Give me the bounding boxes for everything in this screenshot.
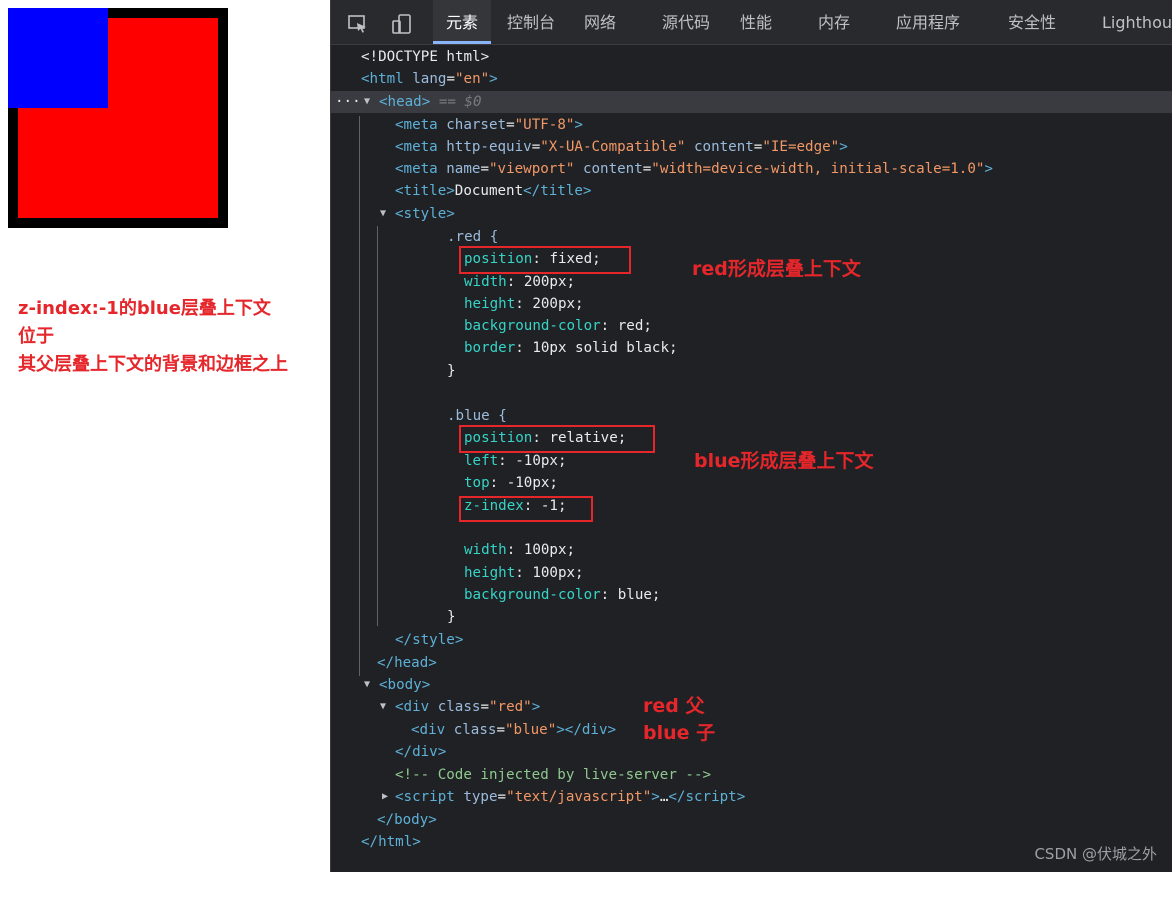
css-blue-selector: .blue { bbox=[447, 408, 507, 424]
page-preview: z-index:-1的blue层叠上下文 位于 其父层叠上下文的背景和边框之上 bbox=[0, 0, 330, 872]
dom-line-meta-compat[interactable]: <meta http-equiv="X-UA-Compatible" conte… bbox=[331, 136, 1172, 158]
inspect-element-icon[interactable] bbox=[347, 13, 367, 33]
dom-line-doctype[interactable]: <!DOCTYPE html> bbox=[331, 46, 1172, 68]
tab-memory[interactable]: 内存 bbox=[818, 0, 850, 44]
watermark: CSDN @伏城之外 bbox=[1034, 845, 1157, 863]
dom-line-head-close[interactable]: </head> bbox=[331, 652, 1172, 674]
dom-line-script[interactable]: ▶ <script type="text/javascript">…</scri… bbox=[331, 786, 1172, 808]
dom-line-comment[interactable]: <!-- Code injected by live-server --> bbox=[331, 764, 1172, 786]
expand-triangle-icon[interactable]: ▼ bbox=[364, 91, 370, 113]
css-blue-bg: background-color: blue; bbox=[464, 587, 661, 603]
devtools-tabbar: 元素 控制台 网络 源代码 性能 内存 应用程序 安全性 Lighthouse bbox=[331, 0, 1172, 45]
devtools-panel: 元素 控制台 网络 源代码 性能 内存 应用程序 安全性 Lighthouse … bbox=[330, 0, 1172, 872]
css-red-bg: background-color: red; bbox=[464, 318, 652, 334]
more-options-icon[interactable]: ··· bbox=[335, 91, 361, 113]
device-toolbar-icon[interactable] bbox=[391, 13, 411, 34]
dom-line-style[interactable]: ▼ <style> bbox=[331, 203, 1172, 225]
css-blue-close: } bbox=[447, 609, 456, 625]
css-red-height: height: 200px; bbox=[464, 296, 584, 312]
annotation-blue-child: blue 子 bbox=[643, 722, 716, 744]
annotation-blue-context: blue形成层叠上下文 bbox=[694, 450, 874, 472]
tab-application[interactable]: 应用程序 bbox=[896, 0, 960, 44]
note-line-1: z-index:-1的blue层叠上下文 bbox=[18, 298, 271, 319]
tab-network[interactable]: 网络 bbox=[584, 0, 616, 44]
tab-lighthouse[interactable]: Lighthouse bbox=[1102, 0, 1172, 44]
note-line-3: 其父层叠上下文的背景和边框之上 bbox=[18, 354, 288, 375]
expand-triangle-icon[interactable]: ▼ bbox=[380, 203, 386, 225]
tab-console[interactable]: 控制台 bbox=[507, 0, 555, 44]
dom-line-style-close[interactable]: </style> bbox=[331, 629, 1172, 651]
css-red-selector: .red { bbox=[447, 229, 499, 245]
dom-line-div-close[interactable]: </div> bbox=[331, 741, 1172, 763]
css-red-close: } bbox=[447, 363, 456, 379]
annotation-red-context: red形成层叠上下文 bbox=[692, 258, 861, 280]
expand-triangle-icon[interactable]: ▼ bbox=[364, 674, 370, 696]
tab-security[interactable]: 安全性 bbox=[1008, 0, 1056, 44]
blue-box bbox=[8, 8, 108, 108]
css-blue-height: height: 100px; bbox=[464, 565, 584, 581]
css-blue-top: top: -10px; bbox=[464, 475, 558, 491]
dom-line-body-close[interactable]: </body> bbox=[331, 809, 1172, 831]
dom-line-html[interactable]: <html lang="en"> bbox=[331, 68, 1172, 90]
dom-line-div-blue[interactable]: <div class="blue"></div> bbox=[331, 719, 1172, 741]
note-line-2: 位于 bbox=[18, 326, 54, 347]
dom-line-head[interactable]: ··· ▼ <head> == $0 bbox=[331, 91, 1172, 113]
annotation-red-parent: red 父 bbox=[643, 695, 705, 717]
dom-line-meta-charset[interactable]: <meta charset="UTF-8"> bbox=[331, 114, 1172, 136]
css-blue-width: width: 100px; bbox=[464, 542, 576, 558]
collapse-triangle-icon[interactable]: ▶ bbox=[382, 786, 388, 808]
tab-elements[interactable]: 元素 bbox=[433, 0, 492, 44]
dom-line-div-red[interactable]: ▼ <div class="red"> bbox=[331, 696, 1172, 718]
tab-performance[interactable]: 性能 bbox=[740, 0, 772, 44]
css-blue-zindex: z-index: -1; bbox=[464, 498, 567, 514]
highlight-blue-zindex bbox=[459, 496, 593, 522]
expand-triangle-icon[interactable]: ▼ bbox=[380, 696, 386, 718]
dom-line-meta-viewport[interactable]: <meta name="viewport" content="width=dev… bbox=[331, 158, 1172, 180]
dom-line-title[interactable]: <title>Document</title> bbox=[331, 180, 1172, 202]
dom-line-body[interactable]: ▼ <body> bbox=[331, 674, 1172, 696]
highlight-blue-position bbox=[459, 425, 655, 453]
tab-sources[interactable]: 源代码 bbox=[662, 0, 710, 44]
css-red-border: border: 10px solid black; bbox=[464, 340, 678, 356]
highlight-red-position bbox=[459, 246, 631, 274]
